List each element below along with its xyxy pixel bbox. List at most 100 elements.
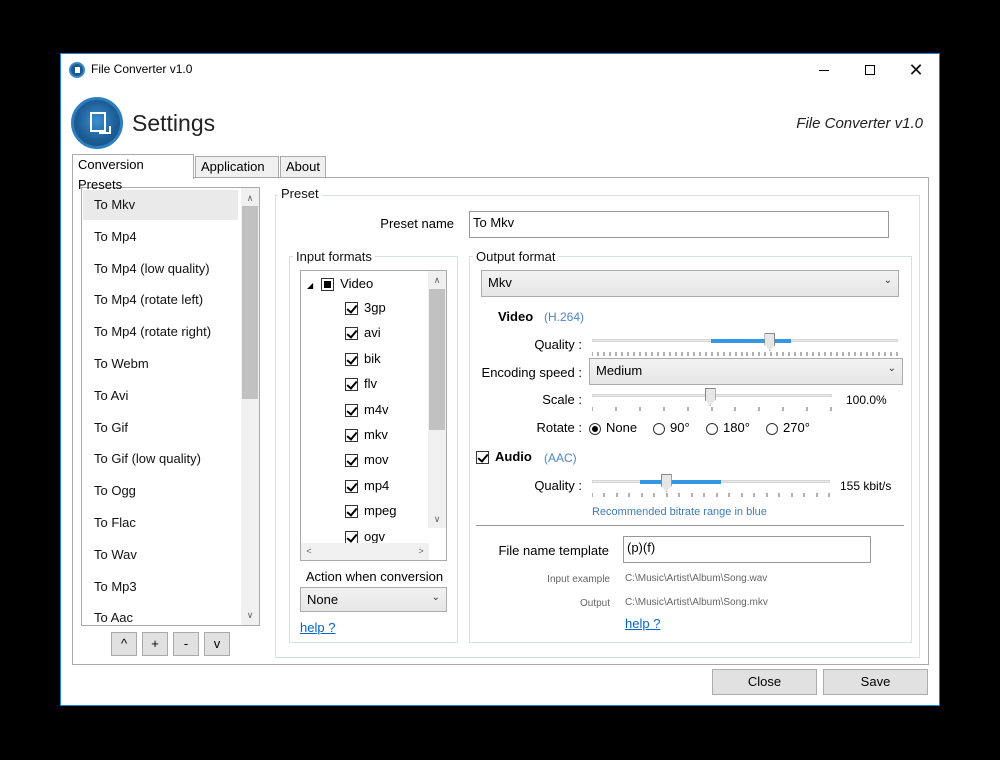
tab-about[interactable]: About xyxy=(280,156,326,178)
input-formats-tree[interactable]: ogv mpeg mp4 mov mkv m4v flv bik avi 3gp ◢ Video ∧… xyxy=(300,270,447,561)
scroll-up-arrow-icon[interactable]: ∧ xyxy=(241,190,259,206)
rotate-option-label: 270° xyxy=(783,420,810,435)
formats-vscrollbar[interactable]: ∧ ∨ xyxy=(428,271,446,528)
input-help-link[interactable]: help ? xyxy=(300,620,335,635)
preset-list-item[interactable]: To Ogg xyxy=(83,476,238,506)
encoding-speed-select[interactable]: Medium ⌄ xyxy=(589,358,903,385)
move-preset-down-button[interactable]: v xyxy=(204,632,230,656)
scroll-down-arrow-icon[interactable]: ∨ xyxy=(428,511,446,527)
preset-list-item[interactable]: To Mp3 xyxy=(83,572,238,602)
format-item[interactable]: mpeg xyxy=(345,500,397,522)
format-checkbox[interactable] xyxy=(345,352,358,366)
audio-toggle[interactable]: Audio xyxy=(476,449,532,465)
preset-list-item[interactable]: To Mp4 (rotate right) xyxy=(83,317,238,347)
format-checkbox[interactable] xyxy=(345,429,358,443)
radio-button[interactable] xyxy=(766,422,778,435)
slider-thumb[interactable] xyxy=(660,474,672,492)
audio-checkbox[interactable] xyxy=(476,451,489,465)
preset-list-item[interactable]: To Gif xyxy=(83,413,238,443)
format-item[interactable]: avi xyxy=(345,322,381,344)
format-checkbox[interactable] xyxy=(345,505,358,519)
maximize-button[interactable] xyxy=(847,54,893,86)
scroll-thumb[interactable] xyxy=(429,289,445,430)
recommended-range xyxy=(711,339,791,343)
format-checkbox[interactable] xyxy=(345,403,358,417)
save-button[interactable]: Save xyxy=(823,669,928,695)
video-quality-label: Quality : xyxy=(534,337,582,352)
video-checkbox[interactable] xyxy=(321,278,335,292)
output-format-value: Mkv xyxy=(488,275,512,290)
scroll-left-arrow-icon[interactable]: < xyxy=(301,543,317,560)
audio-section-label: Audio xyxy=(495,449,532,464)
format-item[interactable]: 3gp xyxy=(345,297,386,319)
scroll-thumb[interactable] xyxy=(242,206,258,399)
scroll-down-arrow-icon[interactable]: ∨ xyxy=(241,607,259,623)
preset-list-item[interactable]: To Avi xyxy=(83,381,238,411)
format-checkbox[interactable] xyxy=(345,530,358,544)
rotate-label: Rotate : xyxy=(536,420,582,435)
rotate-option[interactable]: 180° xyxy=(706,420,750,435)
tab-conversion-presets[interactable]: Conversion Presets xyxy=(72,154,194,192)
preset-group: Preset Preset name To Mkv Input formats … xyxy=(275,186,920,658)
preset-name-input[interactable]: To Mkv xyxy=(469,211,889,238)
format-item[interactable]: bik xyxy=(345,348,381,370)
preset-list-item[interactable]: To Mp4 (rotate left) xyxy=(83,285,238,315)
format-checkbox[interactable] xyxy=(345,378,358,392)
format-checkbox[interactable] xyxy=(345,302,358,316)
preset-list-scrollbar[interactable]: ∧ ∨ xyxy=(241,188,259,625)
scroll-right-arrow-icon[interactable]: > xyxy=(413,543,429,560)
preset-list-item[interactable]: To Mp4 (low quality) xyxy=(83,254,238,284)
rotate-option[interactable]: 270° xyxy=(766,420,810,435)
radio-button[interactable] xyxy=(653,422,665,435)
preset-list-item[interactable]: To Wav xyxy=(83,540,238,570)
preset-list-item[interactable]: To Aac xyxy=(83,603,238,625)
add-preset-button[interactable]: + xyxy=(142,632,168,656)
tree-expander-icon[interactable]: ◢ xyxy=(307,281,313,290)
preset-list-item[interactable]: To Mp4 xyxy=(83,222,238,252)
file-name-template-input[interactable]: (p)(f) xyxy=(623,536,871,563)
format-checkbox[interactable] xyxy=(345,454,358,468)
output-format-group: Output format Mkv ⌄ Video (H.264) Qualit… xyxy=(469,249,912,643)
encoding-speed-label: Encoding speed : xyxy=(481,365,582,380)
preset-list-item[interactable]: To Flac xyxy=(83,508,238,538)
output-help-link[interactable]: help ? xyxy=(625,616,660,631)
preset-list-item[interactable]: To Webm xyxy=(83,349,238,379)
format-item[interactable]: mkv xyxy=(345,424,388,446)
format-item[interactable]: m4v xyxy=(345,399,389,421)
minimize-button[interactable] xyxy=(801,54,847,86)
video-quality-slider[interactable] xyxy=(592,333,898,356)
title-bar[interactable]: File Converter v1.0 ✕ xyxy=(61,54,939,86)
tree-root-label: Video xyxy=(340,276,374,291)
format-item[interactable]: mp4 xyxy=(345,475,389,497)
tree-node-video[interactable]: ◢ Video xyxy=(307,273,373,295)
formats-hscrollbar[interactable]: < > xyxy=(301,543,429,560)
rotate-option[interactable]: None xyxy=(589,420,637,435)
close-button[interactable]: Close xyxy=(712,669,817,695)
radio-button[interactable] xyxy=(706,422,718,435)
format-checkbox[interactable] xyxy=(345,479,358,493)
format-checkbox[interactable] xyxy=(345,327,358,341)
output-format-select[interactable]: Mkv ⌄ xyxy=(481,270,899,297)
slider-thumb[interactable] xyxy=(764,333,776,351)
section-divider xyxy=(476,525,904,526)
slider-ticks xyxy=(592,407,832,411)
audio-quality-slider[interactable] xyxy=(592,474,830,497)
remove-preset-button[interactable]: - xyxy=(173,632,199,656)
slider-thumb[interactable] xyxy=(704,388,716,406)
tab-application[interactable]: Application xyxy=(195,156,279,178)
scroll-up-arrow-icon[interactable]: ∧ xyxy=(428,272,446,288)
close-window-button[interactable]: ✕ xyxy=(893,54,939,86)
format-item[interactable]: mov xyxy=(345,449,389,471)
format-item[interactable]: flv xyxy=(345,373,377,395)
rotate-option[interactable]: 90° xyxy=(653,420,690,435)
scale-slider[interactable] xyxy=(592,388,832,411)
app-icon xyxy=(69,62,85,78)
radio-button[interactable] xyxy=(589,422,601,435)
move-preset-up-button[interactable]: ^ xyxy=(111,632,137,656)
format-label: mp4 xyxy=(364,477,390,493)
preset-list-item[interactable]: To Gif (low quality) xyxy=(83,444,238,474)
output-format-label: Output format xyxy=(473,249,559,264)
preset-list[interactable]: To Aac To Mp3 To Wav To Flac To Ogg To Gif (l… xyxy=(81,187,260,626)
action-selected-value: None xyxy=(307,592,339,607)
action-when-conversion-select[interactable]: None ⌄ xyxy=(300,587,447,612)
